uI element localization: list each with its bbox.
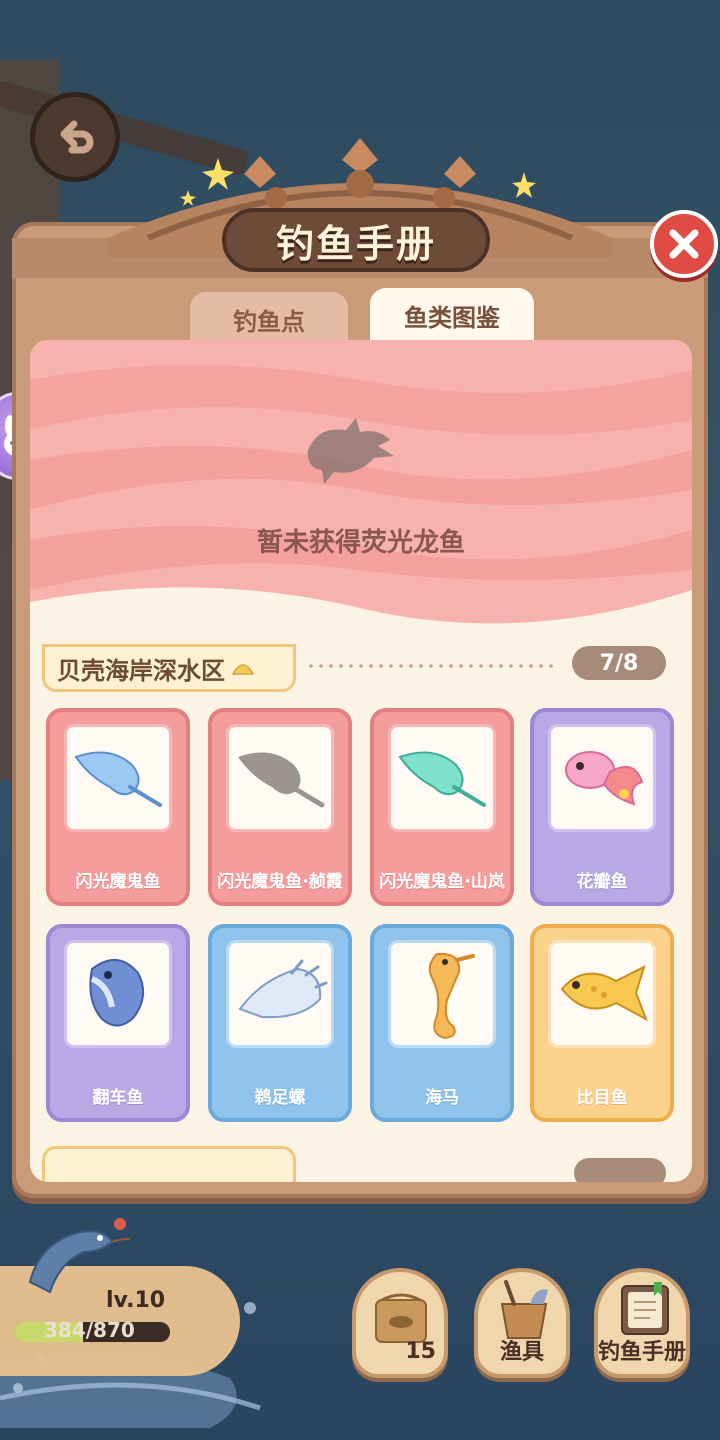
handbook-book-icon (621, 1282, 669, 1335)
manta-ray-silhouette-icon (238, 752, 325, 808)
encyclopedia-sheet: 暂未获得荧光龙鱼 贝壳海岸深水区 7/8 闪光魔鬼鱼 闪光魔鬼鱼·赪霞 闪光魔鬼… (30, 340, 692, 1182)
fish-image (226, 940, 334, 1048)
fish-name: 翻车鱼 (92, 1088, 144, 1108)
gear-bucket-icon (500, 1280, 548, 1339)
bait-button[interactable]: 15 (352, 1268, 448, 1378)
xp-value: 384/870 (44, 1318, 135, 1342)
fish-name: 鹈足螺 (254, 1088, 306, 1108)
next-region-progress-badge (574, 1158, 666, 1182)
manta-ray-blue-icon (74, 751, 162, 807)
goldfish-pink-icon (565, 751, 644, 806)
fish-name: 闪光魔鬼鱼·山岚 (379, 872, 505, 892)
fish-card[interactable]: 海马 (370, 924, 514, 1122)
not-obtained-message: 暂未获得荧光龙鱼 (256, 528, 465, 558)
conch-shell-icon (238, 959, 328, 1019)
fish-image (548, 940, 656, 1048)
fish-image (64, 940, 172, 1048)
fish-image (64, 724, 172, 832)
fish-name: 闪光魔鬼鱼·赪霞 (217, 872, 343, 892)
manta-ray-green-icon (398, 751, 486, 807)
back-arrow-icon (60, 120, 94, 154)
fishing-gear-button[interactable]: 渔具 (474, 1268, 570, 1378)
player-level: lv.10 (106, 1288, 166, 1313)
fish-name: 花瓣鱼 (576, 872, 628, 892)
region-header: 贝壳海岸深水区 (42, 644, 296, 692)
fish-card[interactable]: 闪光魔鬼鱼 (46, 708, 190, 906)
bait-count: 15 (405, 1339, 436, 1364)
fish-card[interactable]: 闪光魔鬼鱼·赪霞 (208, 708, 352, 906)
shell-icon (231, 664, 255, 675)
fish-name: 闪光魔鬼鱼 (75, 872, 161, 892)
region-name: 贝壳海岸深水区 (57, 656, 225, 685)
back-button[interactable] (30, 92, 120, 182)
fish-card[interactable]: 花瓣鱼 (530, 708, 674, 906)
close-button[interactable] (650, 210, 718, 278)
page-title: 钓鱼手册 (222, 208, 490, 272)
handbook-button[interactable]: 钓鱼手册 (594, 1268, 690, 1378)
close-icon (669, 229, 699, 259)
region-divider (306, 664, 558, 668)
fish-image (388, 724, 496, 832)
hero-banner (30, 340, 692, 640)
bait-bag-icon (375, 1293, 427, 1343)
region-progress-badge: 7/8 (572, 646, 666, 680)
seahorse-icon (428, 952, 475, 1040)
tab-fish-encyclopedia[interactable]: 鱼类图鉴 (370, 288, 534, 348)
fish-image (388, 940, 496, 1048)
fish-card[interactable]: 翻车鱼 (46, 924, 190, 1122)
fish-card[interactable]: 比目鱼 (530, 924, 674, 1122)
handbook-label: 钓鱼手册 (598, 1340, 687, 1365)
fish-image (548, 724, 656, 832)
flatfish-icon (560, 965, 648, 1022)
gear-label: 渔具 (499, 1340, 544, 1365)
fish-name: 海马 (425, 1088, 459, 1108)
dragonfish-silhouette-icon (307, 418, 394, 484)
next-region-header (42, 1146, 296, 1182)
sunfish-icon (89, 959, 145, 1027)
fish-card[interactable]: 鹈足螺 (208, 924, 352, 1122)
fish-name: 比目鱼 (576, 1088, 628, 1108)
fish-card[interactable]: 闪光魔鬼鱼·山岚 (370, 708, 514, 906)
fish-image (226, 724, 334, 832)
